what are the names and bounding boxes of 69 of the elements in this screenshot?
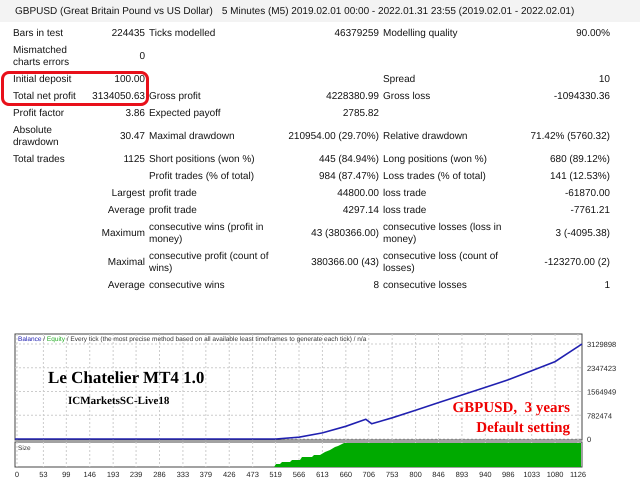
stat-label: Long positions (won %) bbox=[383, 154, 488, 166]
stat-value: 210954.00 (29.70%) bbox=[287, 131, 379, 143]
stat-label: consecutive profit (count of wins) bbox=[149, 251, 270, 275]
stat-label: Relative drawdown bbox=[383, 131, 468, 143]
stat-value: 4228380.99 bbox=[325, 91, 379, 103]
stat-value: -1094330.36 bbox=[552, 91, 610, 103]
stat-value: Maximum bbox=[100, 228, 145, 240]
stat-label: consecutive wins bbox=[149, 280, 226, 292]
overlay-note: GBPUSD, 3 years bbox=[452, 400, 570, 416]
report-title: GBPUSD (Great Britain Pound vs US Dollar) bbox=[15, 6, 213, 16]
stat-label: Profit factor bbox=[13, 108, 66, 120]
stat-label: Ticks modelled bbox=[149, 28, 216, 40]
stat-label: Modelling quality bbox=[383, 28, 458, 40]
stat-label: loss trade bbox=[383, 188, 428, 200]
overlay-title: Le Chatelier MT4 1.0 bbox=[48, 368, 204, 387]
stat-value: -123270.00 (2) bbox=[543, 257, 610, 269]
stat-label: consecutive losses bbox=[383, 280, 468, 292]
stat-value: 3134050.63 bbox=[91, 91, 145, 103]
stat-label: consecutive losses (loss in money) bbox=[383, 222, 502, 246]
stat-label: Maximal drawdown bbox=[149, 131, 236, 143]
stat-label: Gross loss bbox=[383, 91, 432, 103]
stat-label: Spread bbox=[383, 74, 416, 86]
stat-value: Largest bbox=[110, 188, 145, 200]
stat-value: 44800.00 bbox=[336, 188, 379, 200]
stat-value: 224435 bbox=[110, 28, 145, 40]
stat-label: consecutive wins (profit in money) bbox=[149, 222, 264, 246]
stat-value: Average bbox=[106, 280, 145, 292]
overlay-note: Default setting bbox=[476, 420, 570, 436]
stat-label: Expected payoff bbox=[149, 108, 222, 120]
stat-label: Short positions (won %) bbox=[149, 154, 256, 166]
stat-label: profit trade bbox=[149, 205, 198, 217]
stat-value: 3.86 bbox=[124, 108, 145, 120]
stat-value: 100.00 bbox=[113, 74, 145, 86]
stat-value: 3 (-4095.38) bbox=[554, 228, 610, 240]
report-period: 5 Minutes (M5) 2019.02.01 00:00 - 2022.01.31 23:55 (2019.02.01 - 2022.02.01) bbox=[222, 6, 574, 16]
stat-value: 46379259 bbox=[334, 28, 379, 40]
stat-value: 10 bbox=[598, 74, 610, 86]
stat-value: 984 (87.47%) bbox=[318, 171, 379, 183]
stat-label: Total net profit bbox=[13, 91, 77, 103]
stat-value: 30.47 bbox=[118, 131, 145, 143]
stat-label: profit trade bbox=[149, 188, 198, 200]
stat-value: 71.42% (5760.32) bbox=[529, 131, 610, 143]
stat-value: 380366.00 (43) bbox=[310, 257, 379, 269]
stat-value: 0 bbox=[138, 51, 145, 63]
stat-value: 90.00% bbox=[575, 28, 610, 40]
stat-label: Absolute drawdown bbox=[13, 125, 60, 149]
stat-label: loss trade bbox=[383, 205, 428, 217]
stat-label: Profit trades (% of total) bbox=[149, 171, 256, 183]
stat-label: Loss trades (% of total) bbox=[383, 171, 487, 183]
stat-value: 1125 bbox=[122, 154, 145, 166]
stat-value: -61870.00 bbox=[564, 188, 610, 200]
stat-value: 1 bbox=[603, 280, 610, 292]
stat-value: Average bbox=[106, 205, 145, 217]
stat-value: 141 (12.53%) bbox=[548, 171, 610, 183]
overlay-subtitle: ICMarketsSC-Live18 bbox=[68, 395, 170, 407]
stat-label: consecutive loss (count of losses) bbox=[383, 251, 500, 275]
stat-label: Initial deposit bbox=[13, 74, 72, 86]
stat-value: 8 bbox=[372, 280, 379, 292]
stat-label: Mismatched charts errors bbox=[13, 45, 70, 69]
stat-value: 445 (84.94%) bbox=[318, 154, 379, 166]
stat-value: -7761.21 bbox=[570, 205, 610, 217]
stat-value: 2785.82 bbox=[342, 108, 379, 120]
stat-value: 4297.14 bbox=[342, 205, 379, 217]
stat-label: Gross profit bbox=[149, 91, 202, 103]
stat-value: Maximal bbox=[106, 257, 145, 269]
stat-value: 43 (380366.00) bbox=[310, 228, 379, 240]
stat-value: 680 (89.12%) bbox=[548, 154, 610, 166]
stat-label: Bars in test bbox=[13, 28, 64, 40]
stat-label: Total trades bbox=[13, 154, 66, 166]
